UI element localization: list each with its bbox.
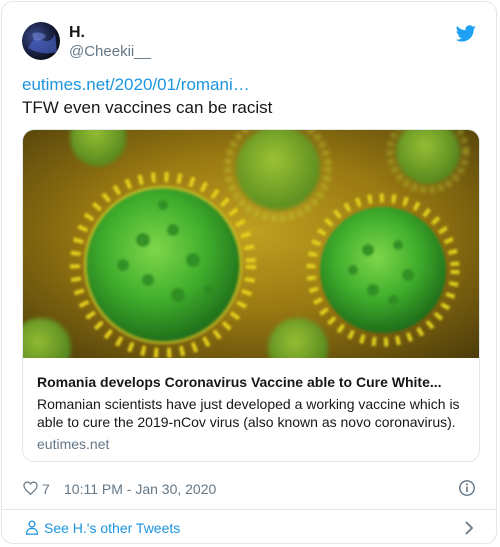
tweet-footer: 7 10:11 PM - Jan 30, 2020: [22, 478, 476, 500]
card-image[interactable]: [23, 130, 479, 358]
card-title: Romania develops Coronavirus Vaccine abl…: [37, 374, 442, 390]
person-icon: [25, 520, 39, 535]
card-description: Romanian scientists have just developed …: [37, 396, 460, 430]
tweet-link[interactable]: eutimes.net/2020/01/romani…: [22, 73, 476, 96]
card-domain: eutimes.net: [37, 436, 110, 452]
chevron-right-icon[interactable]: [464, 521, 474, 535]
card-body: Romania develops Coronavirus Vaccine abl…: [37, 373, 467, 452]
see-other-tweets-label[interactable]: See H.'s other Tweets: [44, 520, 180, 536]
tweet-embed: H. @Cheekii__ eutimes.net/2020/01/romani…: [1, 1, 497, 544]
link-card[interactable]: Romania develops Coronavirus Vaccine abl…: [22, 129, 480, 462]
divider: [2, 509, 496, 510]
tweet-text: TFW even vaccines can be racist: [22, 98, 273, 117]
tweet-header: H. @Cheekii__: [22, 22, 476, 62]
see-other-tweets-link[interactable]: See H.'s other Tweets: [22, 519, 476, 539]
avatar[interactable]: [22, 22, 60, 60]
like-count[interactable]: 7: [42, 481, 50, 497]
user-handle[interactable]: @Cheekii__: [69, 43, 151, 60]
display-name[interactable]: H.: [69, 24, 85, 42]
info-icon[interactable]: [458, 479, 476, 497]
heart-icon[interactable]: [23, 481, 38, 495]
timestamp[interactable]: 10:11 PM - Jan 30, 2020: [64, 481, 216, 497]
twitter-bird-icon[interactable]: [456, 25, 476, 42]
tweet-text-block: eutimes.net/2020/01/romani… TFW even vac…: [22, 73, 476, 119]
